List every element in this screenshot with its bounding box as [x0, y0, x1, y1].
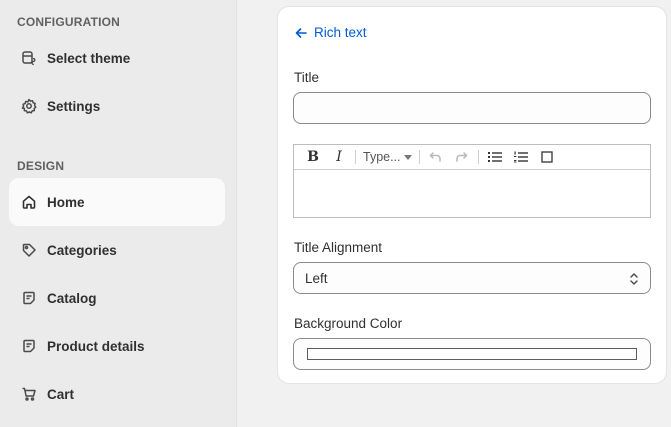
color-swatch[interactable] — [307, 348, 637, 360]
gear-icon — [21, 98, 37, 114]
numbered-list-button[interactable] — [508, 146, 534, 168]
sidebar-item-label: Product details — [47, 338, 145, 354]
sidebar-item-select-theme[interactable]: Select theme — [9, 34, 225, 82]
bullet-list-button[interactable] — [482, 146, 508, 168]
tag-icon — [21, 242, 37, 258]
sidebar-item-settings[interactable]: Settings — [9, 82, 225, 130]
title-input[interactable] — [293, 92, 651, 124]
sidebar: CONFIGURATION Select theme Settings DESI… — [0, 0, 237, 427]
configuration-section-label: CONFIGURATION — [17, 15, 121, 29]
toolbar-divider — [418, 150, 420, 164]
bold-button[interactable]: B — [300, 146, 326, 168]
bullet-list-icon — [487, 152, 502, 162]
bg-color-field-label: Background Color — [294, 316, 403, 331]
sidebar-item-cart[interactable]: Cart — [9, 370, 225, 418]
sidebar-item-label: Cart — [47, 386, 75, 402]
note-icon — [21, 338, 37, 354]
home-icon — [21, 194, 37, 210]
sidebar-item-label: Select theme — [47, 50, 131, 66]
caret-down-icon — [403, 154, 412, 160]
redo-button[interactable] — [449, 146, 475, 168]
toolbar-divider — [477, 150, 479, 164]
theme-icon — [21, 50, 37, 66]
editor-toolbar: B I Type... — [294, 145, 650, 170]
sidebar-item-label: Settings — [47, 98, 101, 114]
cart-icon — [21, 386, 37, 402]
undo-icon — [429, 152, 441, 162]
format-select[interactable]: Type... — [359, 146, 416, 168]
alignment-select-value: Left — [305, 270, 328, 286]
title-field-label: Title — [294, 70, 320, 85]
rich-text-editor: B I Type... — [293, 144, 651, 218]
chevron-up-down-icon — [630, 273, 638, 285]
square-icon — [540, 151, 553, 163]
sidebar-item-home[interactable]: Home — [9, 178, 225, 226]
sidebar-item-categories[interactable]: Categories — [9, 226, 225, 274]
toolbar-divider — [355, 150, 356, 164]
editor-content-area[interactable] — [294, 170, 650, 217]
sidebar-item-label: Categories — [47, 242, 117, 258]
sidebar-item-catalog[interactable]: Catalog — [9, 274, 225, 322]
arrow-left-icon — [295, 27, 307, 38]
design-section-label: DESIGN — [17, 159, 65, 173]
bg-color-picker[interactable] — [293, 338, 651, 370]
format-select-value: Type... — [363, 150, 401, 164]
sidebar-item-label: Home — [47, 194, 85, 210]
back-link[interactable]: Rich text — [294, 25, 367, 40]
settings-panel: Rich text Title B I Type... Title Alignm… — [277, 6, 667, 384]
italic-icon: I — [336, 149, 342, 165]
italic-button[interactable]: I — [326, 146, 352, 168]
numbered-list-icon — [513, 151, 528, 163]
sidebar-item-product-details[interactable]: Product details — [9, 322, 225, 370]
back-link-label: Rich text — [314, 25, 367, 40]
alignment-field-label: Title Alignment — [294, 240, 383, 255]
sidebar-item-label: Catalog — [47, 290, 97, 306]
bold-icon: B — [307, 149, 319, 165]
redo-icon — [456, 152, 468, 162]
undo-button[interactable] — [423, 146, 449, 168]
note-icon — [21, 290, 37, 306]
block-button[interactable] — [534, 146, 560, 168]
alignment-select[interactable]: Left — [293, 262, 651, 294]
